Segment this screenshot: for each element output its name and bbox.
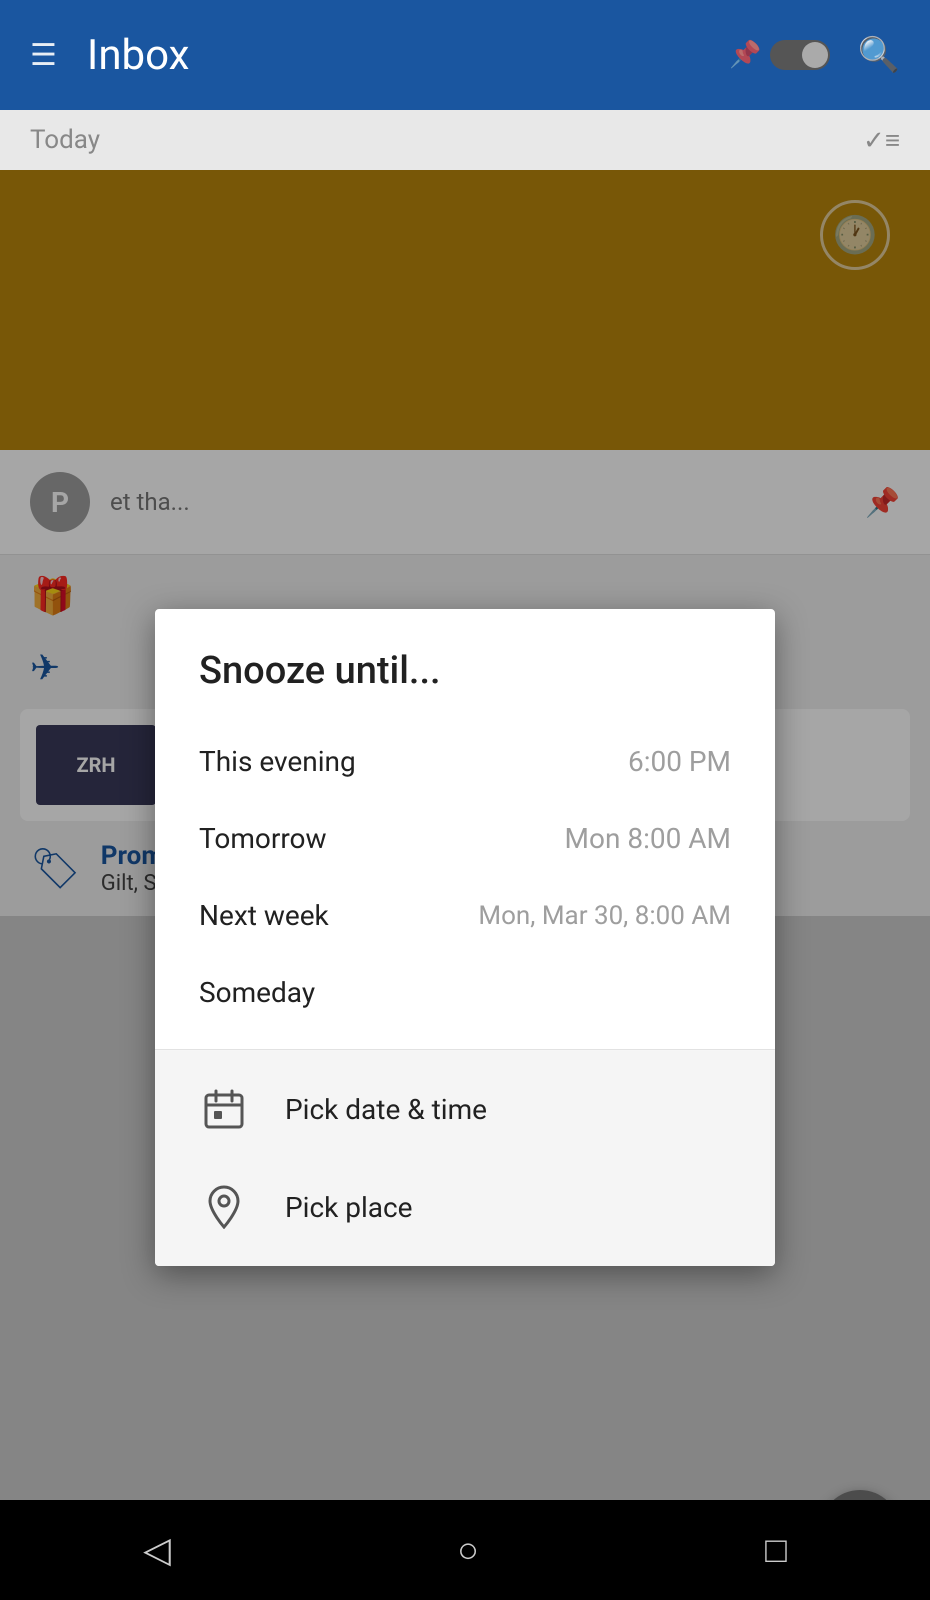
snooze-label-tomorrow: Tomorrow xyxy=(199,822,327,855)
pin-icon: 📌 xyxy=(729,40,761,70)
snooze-option-this-evening[interactable]: This evening 6:00 PM xyxy=(199,723,731,800)
calendar-icon xyxy=(199,1084,249,1134)
app-title: Inbox xyxy=(87,31,729,80)
nav-home-button[interactable]: ○ xyxy=(457,1529,479,1571)
snooze-time-next-week: Mon, Mar 30, 8:00 AM xyxy=(478,901,731,931)
app-background: ☰ Inbox 📌 🔍 Today ✓≡ 🕐 P et tha... 📌 xyxy=(0,0,930,1600)
nav-recent-button[interactable]: □ xyxy=(765,1529,787,1571)
pick-place-label: Pick place xyxy=(285,1191,413,1224)
today-label: Today xyxy=(30,125,100,155)
content-area: 🕐 P et tha... 📌 🎁 ✈ xyxy=(0,170,930,1600)
snooze-option-tomorrow[interactable]: Tomorrow Mon 8:00 AM xyxy=(199,800,731,877)
dialog-top-section: Snooze until... This evening 6:00 PM Tom… xyxy=(155,609,775,1049)
snooze-label-this-evening: This evening xyxy=(199,745,356,778)
check-done-icon[interactable]: ✓≡ xyxy=(863,125,900,156)
snooze-option-someday[interactable]: Someday xyxy=(199,954,731,1039)
snooze-time-tomorrow: Mon 8:00 AM xyxy=(565,822,731,855)
toggle-switch[interactable] xyxy=(770,40,830,70)
dialog-bottom-section: Pick date & time Pick place xyxy=(155,1050,775,1266)
snooze-dialog: Snooze until... This evening 6:00 PM Tom… xyxy=(155,609,775,1266)
search-icon[interactable]: 🔍 xyxy=(858,35,900,75)
snooze-label-next-week: Next week xyxy=(199,899,329,932)
location-pin-icon xyxy=(199,1182,249,1232)
snooze-label-someday: Someday xyxy=(199,976,315,1009)
dialog-title: Snooze until... xyxy=(199,649,731,693)
snooze-time-this-evening: 6:00 PM xyxy=(628,745,731,778)
today-bar: Today ✓≡ xyxy=(0,110,930,170)
nav-back-button[interactable]: ◁ xyxy=(143,1529,171,1571)
pick-date-time-option[interactable]: Pick date & time xyxy=(155,1060,775,1158)
pick-place-option[interactable]: Pick place xyxy=(155,1158,775,1256)
snooze-option-next-week[interactable]: Next week Mon, Mar 30, 8:00 AM xyxy=(199,877,731,954)
menu-icon[interactable]: ☰ xyxy=(30,38,57,73)
pick-date-time-label: Pick date & time xyxy=(285,1093,487,1126)
nav-bar: ◁ ○ □ xyxy=(0,1500,930,1600)
app-header: ☰ Inbox 📌 🔍 xyxy=(0,0,930,110)
